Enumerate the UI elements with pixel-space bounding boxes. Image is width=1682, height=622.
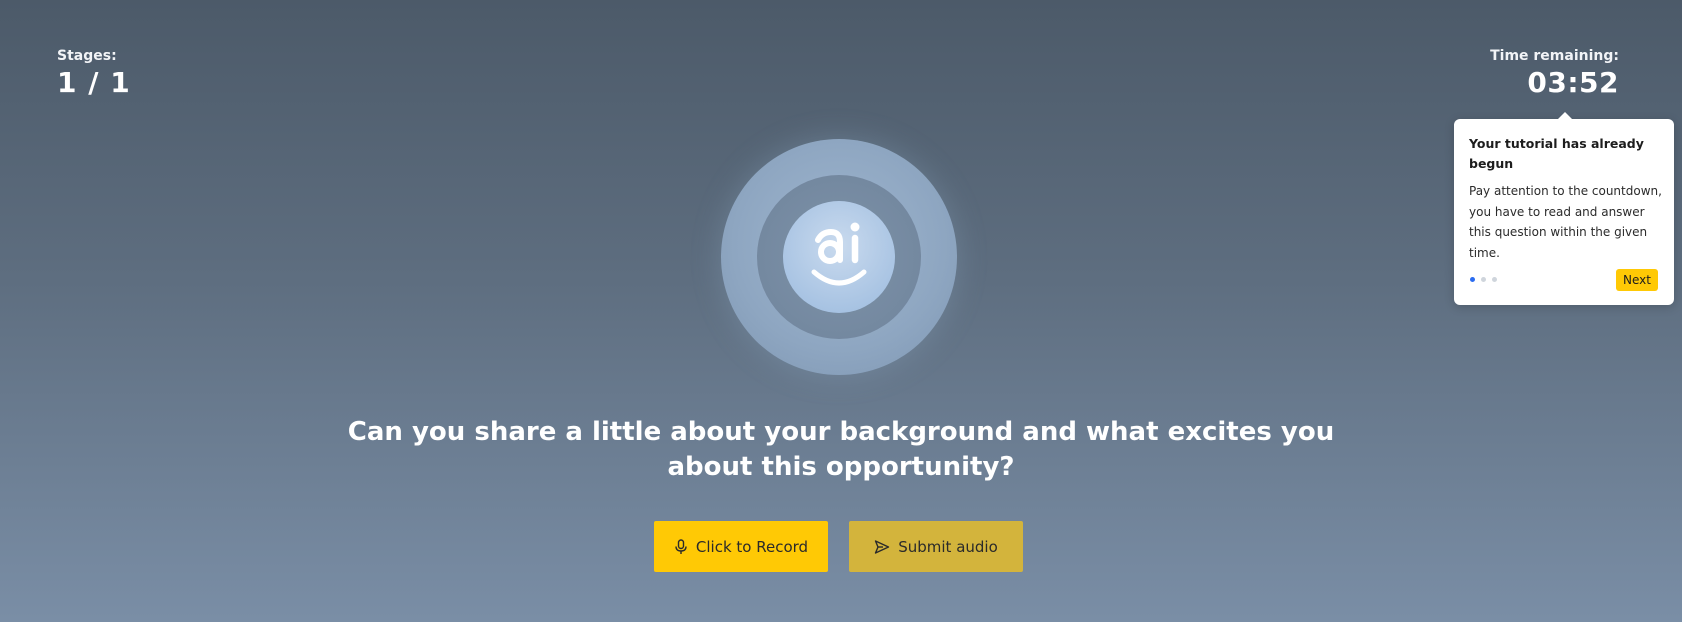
step-dot-1[interactable]: [1470, 277, 1475, 282]
ai-avatar-core: [783, 201, 895, 313]
ai-avatar: [721, 139, 957, 375]
interview-question: Can you share a little about your backgr…: [347, 417, 1335, 482]
ai-avatar-ring: [757, 175, 921, 339]
tooltip-arrow: [1557, 112, 1573, 120]
submit-audio-label: Submit audio: [898, 537, 998, 556]
stages-value: 1 / 1: [57, 66, 131, 99]
countdown-value: 03:52: [1527, 66, 1619, 99]
tutorial-body: Pay attention to the countdown, you have…: [1469, 184, 1662, 260]
stages-label: Stages:: [57, 48, 117, 64]
tutorial-next-button[interactable]: Next: [1616, 269, 1658, 291]
step-dot-2[interactable]: [1481, 277, 1486, 282]
tutorial-title: Your tutorial has already begun: [1469, 136, 1644, 171]
tutorial-step-dots: [1470, 277, 1497, 282]
time-remaining-label: Time remaining:: [1490, 48, 1619, 64]
record-button-label: Click to Record: [695, 537, 809, 556]
stages-indicator: Stages: 1 / 1: [57, 48, 131, 99]
submit-audio-button[interactable]: Submit audio: [849, 521, 1023, 572]
tutorial-tooltip: Your tutorial has already begun Pay atte…: [1454, 112, 1674, 305]
microphone-icon: [675, 538, 687, 554]
send-icon: [875, 539, 890, 554]
time-remaining: Time remaining: 03:52: [1490, 48, 1619, 99]
step-dot-3[interactable]: [1492, 277, 1497, 282]
ai-smile-logo-icon: [811, 222, 867, 286]
record-button[interactable]: Click to Record: [654, 521, 828, 572]
